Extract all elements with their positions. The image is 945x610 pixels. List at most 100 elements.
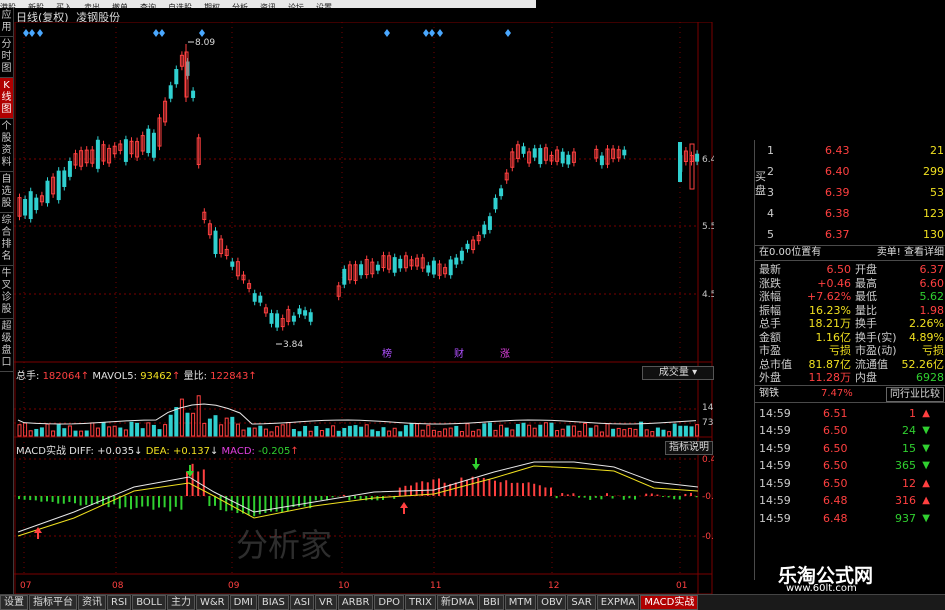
stat-value: 6928 xyxy=(916,371,944,384)
signal-marker xyxy=(23,29,29,37)
volume-bar xyxy=(123,429,128,437)
indicator-tab[interactable]: MTM xyxy=(504,595,537,610)
event-marker[interactable]: 涨 xyxy=(500,348,510,360)
macd-info: MACD实战 DIFF: +0.035↓ DEA: +0.137↓ MACD: … xyxy=(16,446,299,457)
arrow-up-icon: ▲ xyxy=(922,407,930,419)
trade-price: 6.50 xyxy=(823,459,848,472)
candle xyxy=(342,268,347,285)
left-nav-item[interactable]: 应用 xyxy=(0,8,13,37)
indicator-tab[interactable]: BIAS xyxy=(257,595,289,610)
volume-bar xyxy=(616,427,621,437)
volume-bar xyxy=(627,427,632,437)
sector-name[interactable]: 钢铁 xyxy=(759,386,779,402)
top-menu-item[interactable]: 新股 xyxy=(28,3,44,9)
indicator-tab[interactable]: BBI xyxy=(479,595,504,610)
top-menu-item[interactable]: 资讯 xyxy=(260,3,276,9)
signal-marker xyxy=(429,29,435,37)
volume-bar xyxy=(538,424,543,437)
dea-label: DEA: xyxy=(145,446,170,457)
order-book-row[interactable]: 4 6.38 123 xyxy=(755,203,945,224)
indicator-tab[interactable]: BOLL xyxy=(132,595,166,610)
candle xyxy=(62,170,67,187)
order-book-row[interactable]: 5 6.37 130 xyxy=(755,224,945,245)
kline-chart[interactable]: 6.445.504.55146737337X1000.470-0.061-0.5… xyxy=(14,22,714,594)
volume-bar xyxy=(230,416,235,437)
top-menu-item[interactable]: 分析 xyxy=(232,3,248,9)
order-level: 2 xyxy=(767,165,774,178)
order-book-row[interactable]: 1 6.43 21 xyxy=(755,140,945,161)
volume-bar xyxy=(375,431,380,437)
quote-stat-row: 金额 1.16亿 换手(实) 4.89% xyxy=(755,331,945,345)
left-nav-item[interactable]: 超级盘口 xyxy=(0,319,13,372)
candle xyxy=(521,146,526,154)
indicator-tab[interactable]: MACD实战 xyxy=(640,595,699,610)
indicator-tab[interactable]: 主力 xyxy=(166,595,195,610)
stat-label: 市盈 xyxy=(759,344,781,357)
candle xyxy=(56,170,61,201)
indicator-help-button[interactable]: 指标说明 xyxy=(665,441,713,455)
candle xyxy=(151,132,156,158)
stat-label: 总手 xyxy=(759,317,781,330)
volume-bar xyxy=(325,428,330,437)
left-nav-item[interactable]: 个股资料 xyxy=(0,119,13,172)
volume-bar xyxy=(353,425,358,437)
indicator-tab[interactable]: ASI xyxy=(289,595,315,610)
top-menu-item[interactable]: 撤单 xyxy=(112,3,128,9)
volume-bar xyxy=(560,428,565,437)
volume-bar xyxy=(269,431,274,437)
left-nav-item[interactable]: 综合排名 xyxy=(0,213,13,266)
indicator-tab[interactable]: DMI xyxy=(229,595,257,610)
view-detail-link[interactable]: 卖单! 查看详细 xyxy=(877,246,944,260)
volume-bar xyxy=(409,423,414,437)
stat-label: 最低 xyxy=(855,290,877,303)
top-menu-item[interactable]: 买入 xyxy=(56,3,72,9)
volume-bar xyxy=(588,427,593,437)
indicator-tab[interactable]: RSI xyxy=(107,595,132,610)
top-menu-item[interactable]: 论坛 xyxy=(288,3,304,9)
indicator-tab[interactable]: TRIX xyxy=(405,595,436,610)
volume-bar xyxy=(331,425,336,437)
order-book-row[interactable]: 3 6.39 53 xyxy=(755,182,945,203)
event-marker[interactable]: 榜 xyxy=(382,347,392,360)
top-menu-item[interactable]: 设置 xyxy=(316,3,332,9)
top-menu-item[interactable]: 自选股 xyxy=(168,3,192,9)
price-axis-label: 5.50 xyxy=(702,222,714,232)
left-nav-item[interactable]: 分时图 xyxy=(0,37,13,78)
indicator-tab[interactable]: SAR xyxy=(567,595,596,610)
indicator-tab[interactable]: DPO xyxy=(374,595,405,610)
candle xyxy=(622,149,627,156)
trade-volume: 24 xyxy=(902,424,916,437)
top-menu-item[interactable]: 查询 xyxy=(140,3,156,9)
candle xyxy=(123,139,128,162)
indicator-tab[interactable]: 指标平台 xyxy=(29,595,77,610)
volume-bar xyxy=(67,425,72,437)
order-book-row[interactable]: 2 6.40 299 xyxy=(755,161,945,182)
ratio-value: 122843 xyxy=(210,371,249,382)
left-nav-item[interactable]: 自选股 xyxy=(0,172,13,213)
left-nav-item[interactable]: K线图 xyxy=(0,78,13,119)
indicator-tab[interactable]: VR xyxy=(315,595,337,610)
indicator-tab[interactable]: EXPMA xyxy=(596,595,640,610)
indicator-tab[interactable]: 资讯 xyxy=(78,595,106,610)
left-nav-item[interactable]: 牛叉诊股 xyxy=(0,266,13,319)
signal-marker xyxy=(37,29,43,37)
volume-bar xyxy=(23,422,28,437)
volume-bar xyxy=(549,422,554,437)
top-menu-item[interactable]: 卖出 xyxy=(84,3,100,9)
candle xyxy=(538,148,543,165)
indicator-tab[interactable]: W&R xyxy=(195,595,229,610)
event-marker[interactable]: 财 xyxy=(454,347,464,360)
stat-value: 4.89% xyxy=(909,330,944,344)
volume-bar xyxy=(297,431,302,437)
indicator-tab[interactable]: 新DMA xyxy=(436,595,479,610)
industry-compare-button[interactable]: 同行业比较 xyxy=(886,386,944,402)
buy-signal-arrow xyxy=(400,502,408,514)
candle xyxy=(308,312,313,322)
indicator-tab[interactable]: OBV xyxy=(537,595,567,610)
volume-indicator-button[interactable]: 成交量 ▾ xyxy=(642,366,714,380)
indicator-tab[interactable]: ARBR xyxy=(337,595,374,610)
indicator-tab[interactable]: 设置 xyxy=(0,595,28,610)
volume-bar xyxy=(476,429,481,437)
sell-signal-arrow xyxy=(472,458,480,470)
top-menu-item[interactable]: 期权 xyxy=(204,3,220,9)
